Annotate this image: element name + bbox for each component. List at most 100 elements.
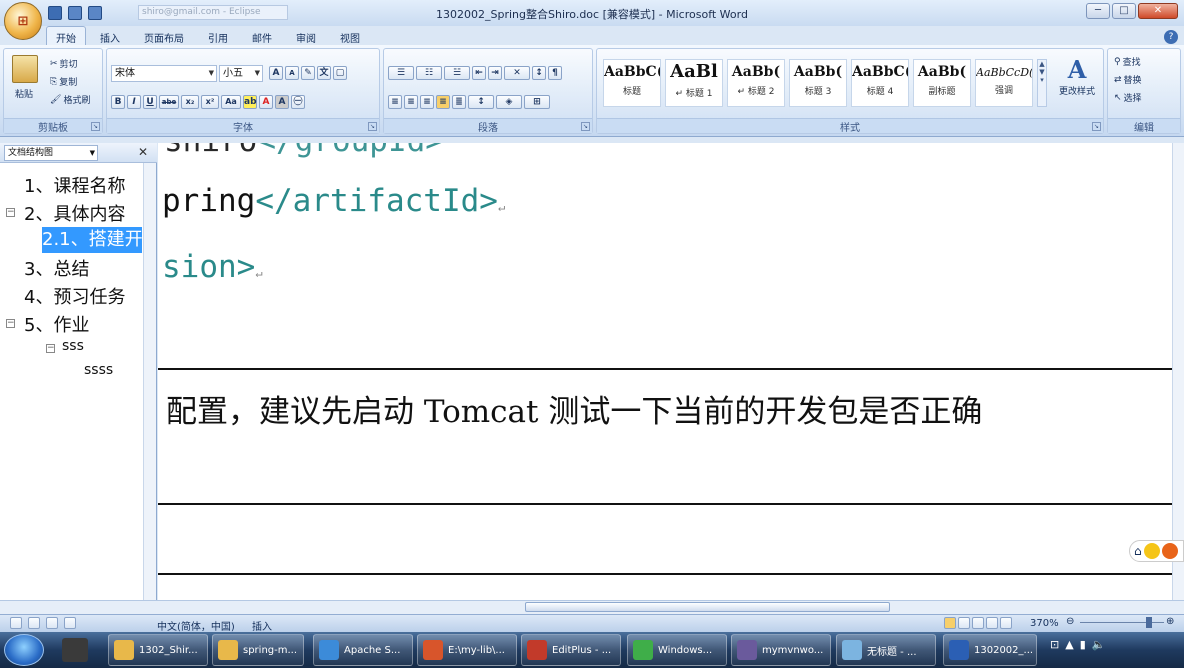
dialog-launcher-icon[interactable]: ↘ xyxy=(1092,122,1101,131)
justify-icon[interactable]: ≡ xyxy=(436,95,450,109)
style-heading-3[interactable]: AaBb(标题 3 xyxy=(789,59,847,107)
nav-scrollbar[interactable] xyxy=(143,163,156,600)
nav-item[interactable]: 4、预习任务 xyxy=(24,283,142,309)
vertical-scrollbar[interactable] xyxy=(1172,143,1184,600)
taskbar-button[interactable]: Apache S... xyxy=(313,634,413,666)
char-border-icon[interactable]: ▢ xyxy=(333,66,347,80)
full-screen-icon[interactable] xyxy=(958,617,970,629)
language-status[interactable]: 中文(简体，中国) xyxy=(157,618,235,633)
taskbar-button[interactable]: spring-m... xyxy=(212,634,304,666)
phonetic-icon[interactable]: 文 xyxy=(317,66,331,80)
notification-icon[interactable]: ⊡ xyxy=(1050,638,1059,651)
shading-icon[interactable]: ◈ xyxy=(496,95,522,109)
taskbar-button[interactable]: EditPlus - ... xyxy=(521,634,621,666)
zoom-out-icon[interactable]: ⊖ xyxy=(1066,616,1074,627)
home-icon[interactable]: ⌂ xyxy=(1134,544,1142,558)
draft-icon[interactable] xyxy=(1000,617,1012,629)
format-painter-button[interactable]: 🖌 格式刷 xyxy=(50,93,90,107)
nav-item[interactable]: 2、具体内容 xyxy=(24,200,142,226)
sort-icon[interactable]: ↕ xyxy=(532,66,546,80)
style-heading-1[interactable]: AaBl ↵ 标题 1 xyxy=(665,59,723,107)
nav-item[interactable]: 3、总结 xyxy=(24,255,142,281)
cut-button[interactable]: ✂ 剪切 xyxy=(50,57,78,71)
grow-font-button[interactable]: A xyxy=(269,66,283,80)
style-title[interactable]: AaBbC(标题 xyxy=(603,59,661,107)
chinese-layout-icon[interactable]: ✕ xyxy=(504,66,530,80)
keyboard-icon[interactable] xyxy=(64,617,76,629)
tab-review[interactable]: 审阅 xyxy=(286,26,326,46)
tab-home[interactable]: 开始 xyxy=(46,26,86,46)
sad-icon[interactable] xyxy=(1161,543,1178,559)
close-icon[interactable]: ✕ xyxy=(138,145,148,159)
clear-format-icon[interactable]: ✎ xyxy=(301,66,315,80)
collapse-icon[interactable]: − xyxy=(46,344,55,353)
pinned-app-icon[interactable] xyxy=(62,638,88,662)
bold-button[interactable]: B xyxy=(111,95,125,109)
enclose-char-icon[interactable]: ㊀ xyxy=(291,95,305,109)
tab-view[interactable]: 视图 xyxy=(330,26,370,46)
show-marks-icon[interactable]: ¶ xyxy=(548,66,562,80)
decrease-indent-icon[interactable]: ⇤ xyxy=(472,66,486,80)
distributed-icon[interactable]: ≣ xyxy=(452,95,466,109)
insert-mode-status[interactable]: 插入 xyxy=(252,618,272,633)
paste-button[interactable]: 粘贴 xyxy=(15,87,33,100)
font-name-select[interactable]: 宋体 ▼ xyxy=(111,65,217,82)
align-left-icon[interactable]: ≡ xyxy=(388,95,402,109)
volume-icon[interactable]: 🔈 xyxy=(1092,638,1106,651)
copy-button[interactable]: ⎘ 复制 xyxy=(50,75,77,89)
taskbar-button[interactable]: E:\my-lib\... xyxy=(417,634,517,666)
tab-page-layout[interactable]: 页面布局 xyxy=(134,26,194,46)
paste-icon[interactable] xyxy=(12,55,38,83)
change-styles-button[interactable]: A 更改样式 xyxy=(1055,55,1099,97)
taskbar-button[interactable]: Windows... xyxy=(627,634,727,666)
document-area[interactable]: shiro</groupId> pring</artifactId>↵ sion… xyxy=(158,143,1172,600)
collapse-icon[interactable]: − xyxy=(6,208,15,217)
taskbar-button[interactable]: 1302_Shir... xyxy=(108,634,208,666)
help-icon[interactable]: ? xyxy=(1164,30,1178,44)
minimize-button[interactable]: ─ xyxy=(1086,3,1110,19)
superscript-button[interactable]: x² xyxy=(201,95,219,109)
style-subtitle[interactable]: AaBb(副标题 xyxy=(913,59,971,107)
align-right-icon[interactable]: ≡ xyxy=(420,95,434,109)
network-icon[interactable]: ▮ xyxy=(1080,638,1086,651)
replace-button[interactable]: ⇄ 替换 xyxy=(1114,73,1142,87)
nav-item-selected[interactable]: 2.1、搭建开 xyxy=(42,227,142,253)
web-layout-icon[interactable] xyxy=(972,617,984,629)
close-button[interactable]: ✕ xyxy=(1138,3,1178,19)
scrollbar-thumb[interactable] xyxy=(525,602,890,612)
line-spacing-icon[interactable]: ↕ xyxy=(468,95,494,109)
dialog-launcher-icon[interactable]: ↘ xyxy=(368,122,377,131)
zoom-in-icon[interactable]: ⊕ xyxy=(1166,616,1174,627)
taskbar-button[interactable]: 1302002_... xyxy=(943,634,1037,666)
find-button[interactable]: ⚲ 查找 xyxy=(1114,55,1141,69)
strikethrough-button[interactable]: abe xyxy=(159,95,179,109)
bullets-icon[interactable]: ☰ xyxy=(388,66,414,80)
char-shading-icon[interactable]: A xyxy=(275,95,289,109)
floating-helper-toolbar[interactable]: ⌂ xyxy=(1129,540,1184,562)
zoom-slider[interactable]: ⊖ ⊕ xyxy=(1066,616,1176,629)
dialog-launcher-icon[interactable]: ↘ xyxy=(581,122,590,131)
style-heading-4[interactable]: AaBbC(标题 4 xyxy=(851,59,909,107)
font-color-icon[interactable]: A xyxy=(259,95,273,109)
office-button[interactable]: ⊞ xyxy=(4,2,42,40)
dialog-launcher-icon[interactable]: ↘ xyxy=(91,122,100,131)
style-emphasis[interactable]: AaBbCcD(强调 xyxy=(975,59,1033,107)
tab-references[interactable]: 引用 xyxy=(198,26,238,46)
increase-indent-icon[interactable]: ⇥ xyxy=(488,66,502,80)
taskbar-button[interactable]: mymvnwo... xyxy=(731,634,831,666)
maximize-button[interactable]: □ xyxy=(1112,3,1136,19)
outline-icon[interactable] xyxy=(986,617,998,629)
align-center-icon[interactable]: ≡ xyxy=(404,95,418,109)
change-case-button[interactable]: Aa xyxy=(221,95,241,109)
taskbar-button[interactable]: 无标题 - ... xyxy=(836,634,936,666)
highlight-icon[interactable]: ab xyxy=(243,95,257,109)
nav-item[interactable]: ssss xyxy=(84,362,113,378)
nav-view-select[interactable]: 文档结构图 ▼ xyxy=(4,145,98,161)
tab-mailings[interactable]: 邮件 xyxy=(242,26,282,46)
moon-icon[interactable] xyxy=(46,617,58,629)
shrink-font-button[interactable]: A xyxy=(285,66,299,80)
print-layout-icon[interactable] xyxy=(944,617,956,629)
nav-item[interactable]: sss xyxy=(62,338,84,354)
select-button[interactable]: ↖ 选择 xyxy=(1114,91,1142,105)
subscript-button[interactable]: x₂ xyxy=(181,95,199,109)
